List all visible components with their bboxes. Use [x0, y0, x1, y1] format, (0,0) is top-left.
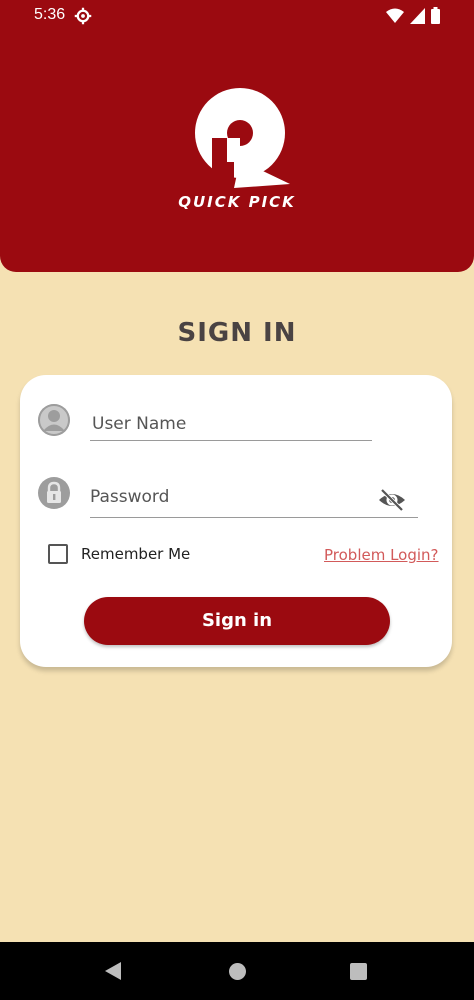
gear-icon	[74, 7, 92, 25]
status-bar: 5:36	[0, 0, 474, 32]
home-icon[interactable]	[229, 963, 246, 980]
lock-icon	[38, 477, 70, 509]
password-underline	[90, 517, 418, 518]
user-icon	[38, 404, 70, 436]
qp-logo-icon	[195, 88, 290, 188]
signin-button[interactable]: Sign in	[84, 597, 390, 645]
username-input[interactable]: User Name	[92, 414, 186, 434]
wifi-icon	[386, 8, 404, 23]
system-nav-bar	[0, 942, 474, 1000]
header-banner: 5:36 QUICK PICK	[0, 0, 474, 272]
login-card: User Name Password Remember Me Problem L…	[20, 375, 452, 667]
battery-icon	[431, 7, 440, 24]
brand-name: QUICK PICK	[178, 193, 296, 211]
status-time: 5:36	[34, 6, 66, 23]
problem-login-link[interactable]: Problem Login?	[324, 546, 439, 564]
remember-checkbox[interactable]	[48, 544, 68, 564]
back-icon[interactable]	[104, 961, 122, 981]
recents-icon[interactable]	[350, 963, 367, 980]
username-underline	[90, 440, 372, 441]
page-title: SIGN IN	[177, 318, 297, 348]
eye-off-icon[interactable]	[378, 488, 406, 512]
signal-icon	[410, 7, 425, 24]
password-input[interactable]: Password	[90, 487, 169, 507]
remember-label: Remember Me	[81, 545, 191, 563]
